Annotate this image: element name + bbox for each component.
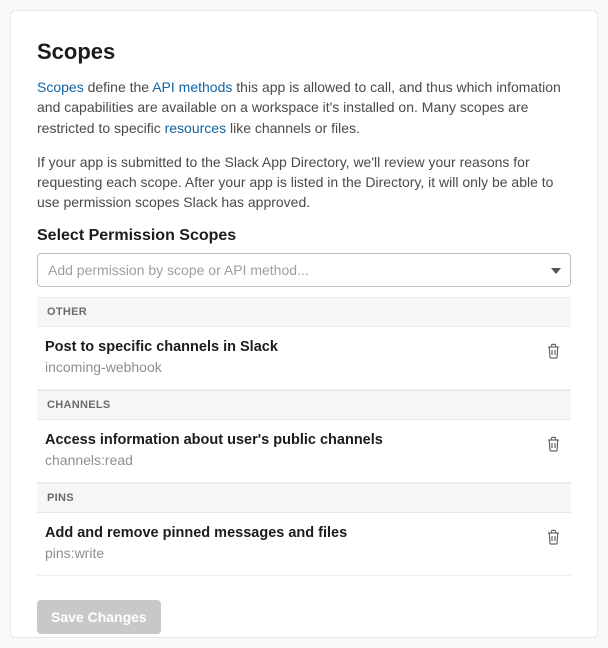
page-title: Scopes <box>37 39 571 65</box>
intro-paragraph-1: Scopes define the API methods this app i… <box>37 77 571 138</box>
scope-combobox[interactable] <box>37 253 571 287</box>
intro-text: define the <box>84 79 153 95</box>
scope-group-header: CHANNELS <box>37 390 571 420</box>
scope-title: Access information about user's public c… <box>45 432 383 448</box>
save-changes-button[interactable]: Save Changes <box>37 600 161 634</box>
scopes-link[interactable]: Scopes <box>37 79 84 95</box>
scopes-card: Scopes Scopes define the API methods thi… <box>10 10 598 638</box>
delete-scope-button[interactable] <box>544 434 563 457</box>
scope-input[interactable] <box>37 253 571 287</box>
scope-text: Add and remove pinned messages and files… <box>45 525 347 561</box>
scope-row: Add and remove pinned messages and files… <box>37 513 571 576</box>
intro-text: like channels or files. <box>226 120 360 136</box>
intro-paragraph-2: If your app is submitted to the Slack Ap… <box>37 152 571 213</box>
trash-icon <box>546 440 561 455</box>
scope-title: Post to specific channels in Slack <box>45 339 278 355</box>
scope-group-header: OTHER <box>37 297 571 327</box>
scope-row: Access information about user's public c… <box>37 420 571 483</box>
scope-text: Access information about user's public c… <box>45 432 383 468</box>
api-methods-link[interactable]: API methods <box>152 79 232 95</box>
select-scopes-heading: Select Permission Scopes <box>37 227 571 245</box>
delete-scope-button[interactable] <box>544 341 563 364</box>
resources-link[interactable]: resources <box>165 120 226 136</box>
trash-icon <box>546 533 561 548</box>
delete-scope-button[interactable] <box>544 527 563 550</box>
scope-slug: channels:read <box>45 452 383 468</box>
trash-icon <box>546 347 561 362</box>
scope-slug: pins:write <box>45 545 347 561</box>
scope-text: Post to specific channels in Slack incom… <box>45 339 278 375</box>
scope-group-header: PINS <box>37 483 571 513</box>
scope-title: Add and remove pinned messages and files <box>45 525 347 541</box>
scope-slug: incoming-webhook <box>45 359 278 375</box>
scope-row: Post to specific channels in Slack incom… <box>37 327 571 390</box>
